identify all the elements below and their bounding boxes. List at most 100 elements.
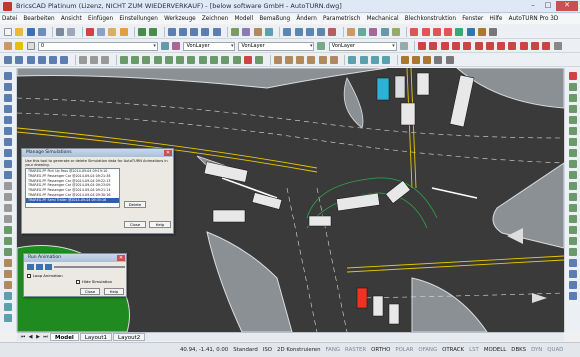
tab-first-button[interactable]: ⏮ (20, 334, 26, 340)
explode-icon[interactable] (255, 56, 264, 64)
status-dbks[interactable]: DBKS (511, 347, 526, 353)
ucs-origin-icon[interactable] (370, 56, 379, 64)
draw-tolerance-icon[interactable] (4, 314, 12, 322)
snap-apparent-icon[interactable] (531, 42, 540, 50)
edit-hatch-icon[interactable] (569, 281, 577, 289)
autoturn-animate-icon[interactable] (455, 27, 464, 36)
menu-aendern[interactable]: Ändern (296, 16, 316, 22)
layer-make-current-icon[interactable] (172, 42, 181, 50)
draw-arc-icon[interactable] (4, 127, 12, 135)
move-entity-icon[interactable] (569, 127, 577, 135)
drawing-canvas[interactable]: Manage Simulations ✕ Use this tool to ge… (17, 68, 564, 332)
draw-region-icon[interactable] (4, 193, 12, 201)
ucs-3point-icon[interactable] (382, 56, 391, 64)
offset-icon[interactable] (176, 56, 185, 64)
draw-leader-icon[interactable] (4, 303, 12, 311)
close-dialog-button[interactable]: Close (124, 221, 146, 228)
open-folder-icon[interactable] (15, 27, 24, 36)
tab-next-button[interactable]: ▶ (35, 334, 41, 340)
dialog-close-button[interactable]: ✕ (117, 255, 125, 261)
view-front-icon[interactable] (294, 27, 303, 36)
menu-modell[interactable]: Modell (234, 16, 253, 22)
extend-icon[interactable] (210, 56, 219, 64)
snap-parallel-icon[interactable] (542, 42, 551, 50)
draw-wipeout-icon[interactable] (4, 292, 12, 300)
status-quad[interactable]: QUAD (547, 347, 563, 353)
draw-rectangle-icon[interactable] (4, 116, 12, 124)
close-button[interactable]: ✕ (556, 1, 578, 11)
simulation-item-selected[interactable]: TRAREG-PF Semi Trailer @2014-09-04 09:35… (26, 197, 119, 203)
simulation-item[interactable]: TRAREG-PF Passenger Car @2014-09-04 09:2… (26, 174, 119, 179)
draw-table-icon[interactable] (4, 248, 12, 256)
mirror-entity-icon[interactable] (569, 94, 577, 102)
scale-icon[interactable] (153, 56, 162, 64)
dialog-close-button[interactable]: ✕ (164, 150, 172, 156)
zoom-realtime-icon[interactable] (178, 27, 187, 36)
bricscad-app-icon[interactable] (3, 1, 12, 11)
inquiry-distance-icon[interactable] (400, 56, 409, 64)
view-top-icon[interactable] (283, 27, 292, 36)
circle-icon[interactable] (37, 56, 46, 64)
snap-node-icon[interactable] (451, 42, 460, 50)
status-workspace[interactable]: 2D Konstruieren (277, 347, 320, 353)
snap-tangent-icon[interactable] (508, 42, 517, 50)
paste-icon[interactable] (108, 27, 117, 36)
status-polar[interactable]: POLAR (395, 347, 413, 353)
join-entity-icon[interactable] (569, 215, 577, 223)
status-dyn[interactable]: DYN (531, 347, 542, 353)
status-iso[interactable]: ISO (263, 347, 272, 353)
extend-entity-icon[interactable] (569, 193, 577, 201)
copy-entity-icon[interactable] (569, 83, 577, 91)
draw-cloud-icon[interactable] (4, 281, 12, 289)
line-icon[interactable] (4, 56, 12, 64)
draw-spline-icon[interactable] (4, 160, 12, 168)
menu-werkzeuge[interactable]: Werkzeuge (164, 16, 196, 22)
lengthen-entity-icon[interactable] (569, 171, 577, 179)
explode-entity-icon[interactable] (569, 248, 577, 256)
view-iso-icon[interactable] (317, 27, 326, 36)
polyline-icon[interactable] (15, 56, 24, 64)
copy-icon[interactable] (97, 27, 106, 36)
autoturn-path-icon[interactable] (432, 27, 441, 36)
trim-icon[interactable] (198, 56, 207, 64)
print-style-icon[interactable] (399, 42, 408, 50)
menu-fenster[interactable]: Fenster (462, 16, 483, 22)
draw-ray-icon[interactable] (4, 83, 12, 91)
subtract-icon[interactable] (307, 56, 316, 64)
menu-parametrisch[interactable]: Parametrisch (323, 16, 360, 22)
mirror-icon[interactable] (164, 56, 173, 64)
draw-ellipse-icon[interactable] (4, 149, 12, 157)
help-icon[interactable] (445, 56, 454, 64)
draw-hatch-icon[interactable] (4, 182, 12, 190)
fillet-icon[interactable] (221, 56, 230, 64)
zoom-window-icon[interactable] (190, 27, 199, 36)
menu-einstellungen[interactable]: Einstellungen (119, 16, 158, 22)
stretch-entity-icon[interactable] (569, 160, 577, 168)
insert-block-icon[interactable] (4, 237, 12, 245)
tab-last-button[interactable]: ⏭ (43, 334, 49, 340)
snap-quadrant-icon[interactable] (463, 42, 472, 50)
inquiry-list-icon[interactable] (423, 56, 432, 64)
edit-spline-icon[interactable] (569, 270, 577, 278)
menu-einfuegen[interactable]: Einfügen (88, 16, 113, 22)
intersect-icon[interactable] (318, 56, 327, 64)
close-dialog-button[interactable]: Close (80, 288, 100, 295)
extrude-icon[interactable] (273, 56, 282, 64)
draw-3dface-icon[interactable] (4, 270, 12, 278)
draw-circle-icon[interactable] (4, 138, 12, 146)
copy-entity-icon[interactable] (130, 56, 139, 64)
menu-zeichnen[interactable]: Zeichnen (202, 16, 228, 22)
rotate-entity-icon[interactable] (569, 138, 577, 146)
fillet-entity-icon[interactable] (569, 237, 577, 245)
menu-mechanical[interactable]: Mechanical (367, 16, 399, 22)
view-right-icon[interactable] (305, 27, 314, 36)
erase-icon[interactable] (243, 56, 252, 64)
layer-on-icon[interactable] (15, 42, 24, 50)
union-icon[interactable] (296, 56, 305, 64)
draw-line-icon[interactable] (4, 72, 12, 80)
draw-text-icon[interactable] (4, 204, 12, 212)
arc-icon[interactable] (26, 56, 35, 64)
menu-autoturn[interactable]: AutoTURN Pro 3D (509, 16, 559, 22)
status-otrack[interactable]: OTRACK (442, 347, 464, 353)
layer-previous-icon[interactable] (160, 42, 169, 50)
